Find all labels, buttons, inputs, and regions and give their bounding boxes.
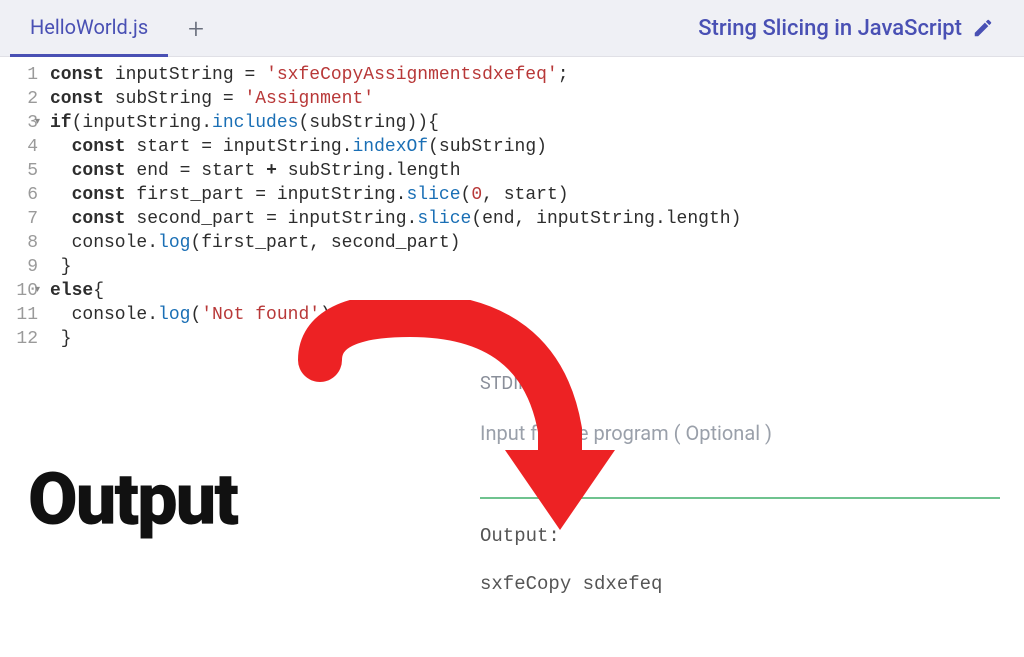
output-value: sxfeCopy sdxefeq [480,573,662,595]
edit-icon[interactable] [972,17,994,39]
output-divider [480,497,1000,499]
output-annotation: Output [28,457,237,542]
code-content[interactable]: const inputString = 'sxfeCopyAssignments… [46,57,745,357]
file-tab[interactable]: HelloWorld.js [10,0,168,57]
code-editor[interactable]: 1 2 3 4 5 6 7 8 9 10 11 12 const inputSt… [0,56,1024,357]
output-label: Output: [480,525,560,547]
stdin-label: STDIN [480,373,531,394]
lower-panel: STDIN Input for the program ( Optional )… [0,357,1024,657]
line-gutter: 1 2 3 4 5 6 7 8 9 10 11 12 [0,57,46,357]
header-bar: HelloWorld.js + String Slicing in JavaSc… [0,0,1024,56]
stdin-input[interactable]: Input for the program ( Optional ) [480,421,772,445]
add-tab-button[interactable]: + [168,12,224,45]
page-title: String Slicing in JavaScript [698,16,972,41]
